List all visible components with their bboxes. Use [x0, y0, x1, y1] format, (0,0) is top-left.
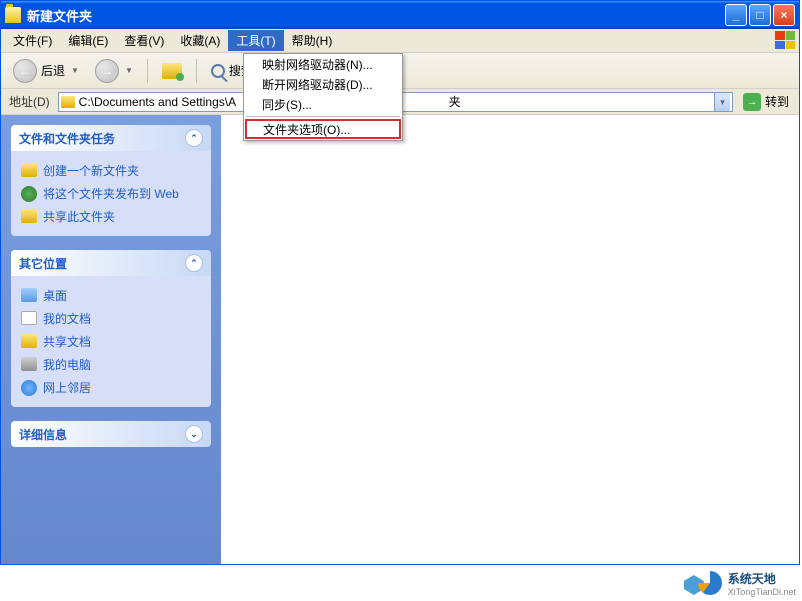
place-shared-documents[interactable]: 共享文档: [21, 330, 201, 353]
menu-item-map-drive[interactable]: 映射网络驱动器(N)...: [244, 54, 402, 74]
menu-favorites[interactable]: 收藏(A): [172, 30, 228, 51]
close-button[interactable]: ×: [773, 4, 795, 26]
panel-header[interactable]: 文件和文件夹任务 ⌃: [11, 125, 211, 151]
forward-button[interactable]: → ▼: [89, 57, 139, 85]
tools-menu: 映射网络驱动器(N)... 断开网络驱动器(D)... 同步(S)... 文件夹…: [243, 53, 403, 141]
expand-icon[interactable]: ⌄: [185, 425, 203, 443]
place-my-computer[interactable]: 我的电脑: [21, 353, 201, 376]
panel-details: 详细信息 ⌄: [11, 421, 211, 447]
folder-icon: [21, 209, 37, 223]
computer-icon: [21, 357, 37, 371]
collapse-icon[interactable]: ⌃: [185, 129, 203, 147]
maximize-button[interactable]: □: [749, 4, 771, 26]
collapse-icon[interactable]: ⌃: [185, 254, 203, 272]
panel-title: 详细信息: [19, 426, 67, 443]
folder-icon: [21, 334, 37, 348]
watermark-title: 系统天地: [728, 572, 776, 586]
menu-help[interactable]: 帮助(H): [284, 30, 341, 51]
task-new-folder[interactable]: 创建一个新文件夹: [21, 159, 201, 182]
panel-header[interactable]: 其它位置 ⌃: [11, 250, 211, 276]
back-label: 后退: [41, 62, 65, 79]
watermark-logo-icon: [684, 569, 722, 597]
menu-item-disconnect-drive[interactable]: 断开网络驱动器(D)...: [244, 74, 402, 94]
menu-edit[interactable]: 编辑(E): [60, 30, 116, 51]
panel-title: 其它位置: [19, 255, 67, 272]
forward-arrow-icon: →: [95, 59, 119, 83]
explorer-window: 新建文件夹 _ □ × 文件(F) 编辑(E) 查看(V) 收藏(A) 工具(T…: [0, 0, 800, 565]
menu-item-folder-options[interactable]: 文件夹选项(O)...: [245, 119, 401, 139]
documents-icon: [21, 311, 37, 325]
back-button[interactable]: ← 后退 ▼: [7, 57, 85, 85]
address-dropdown-button[interactable]: ▾: [714, 93, 730, 111]
dropdown-arrow-icon: ▼: [71, 66, 79, 75]
menu-tools[interactable]: 工具(T): [228, 30, 283, 51]
panel-other-places: 其它位置 ⌃ 桌面 我的文档 共享文档 我的电脑 网上邻居: [11, 250, 211, 407]
place-my-documents[interactable]: 我的文档: [21, 307, 201, 330]
folder-icon: [61, 96, 75, 108]
folder-icon: [5, 7, 21, 23]
go-button[interactable]: → 转到: [737, 91, 795, 113]
menu-item-sync[interactable]: 同步(S)...: [244, 94, 402, 114]
task-share-folder[interactable]: 共享此文件夹: [21, 205, 201, 228]
watermark-url: XiTongTianDi.net: [728, 587, 796, 597]
folder-up-icon: [162, 63, 182, 79]
panel-file-tasks: 文件和文件夹任务 ⌃ 创建一个新文件夹 将这个文件夹发布到 Web 共享此文件夹: [11, 125, 211, 236]
content-area: 文件和文件夹任务 ⌃ 创建一个新文件夹 将这个文件夹发布到 Web 共享此文件夹…: [1, 115, 799, 564]
panel-body: 桌面 我的文档 共享文档 我的电脑 网上邻居: [11, 276, 211, 407]
task-publish-web[interactable]: 将这个文件夹发布到 Web: [21, 182, 201, 205]
go-label: 转到: [765, 93, 789, 110]
window-title: 新建文件夹: [27, 6, 725, 25]
place-desktop[interactable]: 桌面: [21, 284, 201, 307]
globe-icon: [21, 186, 37, 202]
minimize-button[interactable]: _: [725, 4, 747, 26]
task-pane: 文件和文件夹任务 ⌃ 创建一个新文件夹 将这个文件夹发布到 Web 共享此文件夹…: [1, 115, 221, 564]
window-controls: _ □ ×: [725, 4, 795, 26]
separator: [196, 59, 197, 83]
folder-icon: [21, 163, 37, 177]
place-network-neighborhood[interactable]: 网上邻居: [21, 376, 201, 399]
menu-view[interactable]: 查看(V): [116, 30, 172, 51]
panel-title: 文件和文件夹任务: [19, 130, 115, 147]
up-button[interactable]: [156, 57, 188, 85]
separator: [147, 59, 148, 83]
file-list-pane[interactable]: [221, 115, 799, 564]
go-arrow-icon: →: [743, 93, 761, 111]
back-arrow-icon: ←: [13, 59, 37, 83]
titlebar[interactable]: 新建文件夹 _ □ ×: [1, 1, 799, 29]
address-suffix: 夹: [449, 93, 461, 110]
address-label: 地址(D): [5, 93, 54, 110]
desktop-icon: [21, 288, 37, 302]
watermark: 系统天地 XiTongTianDi.net: [684, 569, 796, 597]
windows-logo-icon: [775, 31, 795, 49]
dropdown-arrow-icon: ▼: [125, 66, 133, 75]
search-icon: [211, 64, 225, 78]
menu-separator: [246, 116, 400, 117]
panel-header[interactable]: 详细信息 ⌄: [11, 421, 211, 447]
network-icon: [21, 380, 37, 396]
panel-body: 创建一个新文件夹 将这个文件夹发布到 Web 共享此文件夹: [11, 151, 211, 236]
menu-bar: 文件(F) 编辑(E) 查看(V) 收藏(A) 工具(T) 帮助(H): [1, 29, 799, 53]
menu-file[interactable]: 文件(F): [5, 30, 60, 51]
